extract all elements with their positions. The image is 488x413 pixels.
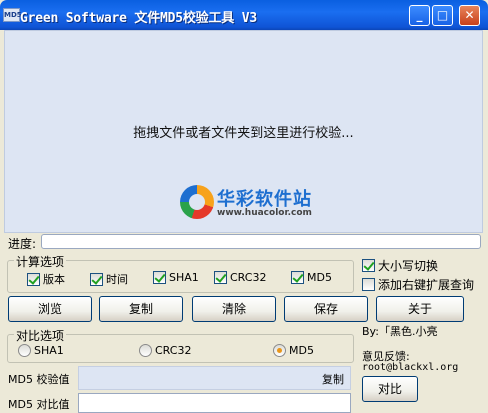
checkbox-version[interactable]: 版本 [27, 271, 65, 287]
radio-md5[interactable]: MD5 [273, 344, 314, 357]
window-title: Green Software 文件MD5校验工具 V3 [20, 11, 257, 26]
checkbox-case-toggle-label: 大小写切换 [378, 259, 439, 273]
close-button[interactable]: ✕ [459, 5, 480, 26]
watermark-url: www.huacolor.com [217, 208, 312, 218]
checkbox-time-box[interactable] [90, 272, 103, 286]
minimize-button[interactable]: _ [409, 5, 430, 26]
about-button[interactable]: 关于 [376, 296, 464, 322]
calc-options-title: 计算选项 [14, 253, 67, 270]
browse-button[interactable]: 浏览 [8, 296, 92, 322]
radio-crc32-dot[interactable] [139, 344, 152, 357]
compare-value-input[interactable] [78, 393, 351, 413]
radio-sha1-label: SHA1 [34, 344, 64, 357]
drop-hint: 拖拽文件或者文件夹到这里进行校验... [133, 126, 354, 141]
progress-label: 进度: [8, 237, 37, 251]
author-credit: By:「黑色.小亮 [362, 325, 438, 338]
checkbox-time[interactable]: 时间 [90, 271, 128, 287]
copy-result-link[interactable]: 复制 [322, 371, 344, 387]
compare-button[interactable]: 对比 [362, 376, 418, 402]
maximize-button[interactable]: □ [432, 5, 453, 26]
checkbox-sha1[interactable]: SHA1 [153, 271, 199, 284]
clear-button[interactable]: 清除 [192, 296, 276, 322]
radio-sha1-dot[interactable] [18, 344, 31, 357]
app-icon: MD5 [3, 8, 22, 22]
checkbox-context-menu-label: 添加右键扩展查询 [378, 278, 475, 292]
save-button[interactable]: 保存 [284, 296, 368, 322]
radio-sha1[interactable]: SHA1 [18, 344, 64, 357]
checkbox-md5[interactable]: MD5 [291, 271, 332, 284]
checkbox-time-label: 时间 [106, 273, 128, 286]
checkbox-case-toggle-box[interactable] [362, 259, 375, 272]
checkbox-md5-label: MD5 [307, 271, 332, 284]
checkbox-context-menu-box[interactable] [362, 278, 375, 291]
checkbox-context-menu[interactable]: 添加右键扩展查询 [362, 276, 474, 293]
checkbox-crc32-box[interactable] [214, 271, 227, 284]
radio-md5-dot[interactable] [273, 344, 286, 357]
copy-button[interactable]: 复制 [99, 296, 183, 322]
compare-options-title: 对比选项 [14, 327, 67, 344]
checkbox-sha1-box[interactable] [153, 271, 166, 284]
huacolor-logo-icon [180, 185, 214, 219]
radio-crc32[interactable]: CRC32 [139, 344, 191, 357]
md5-result-label: MD5 校验值 [8, 373, 70, 386]
feedback-email[interactable]: root@blackxl.org [362, 362, 458, 373]
checkbox-md5-box[interactable] [291, 271, 304, 284]
file-drop-zone[interactable]: 拖拽文件或者文件夹到这里进行校验... 华彩软件站 www.huacolor.c… [4, 30, 483, 233]
md5-result-field[interactable]: 复制 [78, 366, 351, 390]
checkbox-case-toggle[interactable]: 大小写切换 [362, 257, 438, 274]
progress-bar [41, 234, 481, 249]
checkbox-sha1-label: SHA1 [169, 271, 199, 284]
compare-value-label: MD5 对比值 [8, 398, 70, 411]
title-bar[interactable]: MD5 Green Software 文件MD5校验工具 V3 _ □ ✕ [0, 0, 488, 30]
checkbox-version-box[interactable] [27, 272, 40, 286]
radio-crc32-label: CRC32 [155, 344, 192, 357]
checkbox-crc32[interactable]: CRC32 [214, 271, 266, 284]
checkbox-version-label: 版本 [43, 273, 65, 286]
radio-md5-label: MD5 [289, 344, 314, 357]
checkbox-crc32-label: CRC32 [230, 271, 267, 284]
